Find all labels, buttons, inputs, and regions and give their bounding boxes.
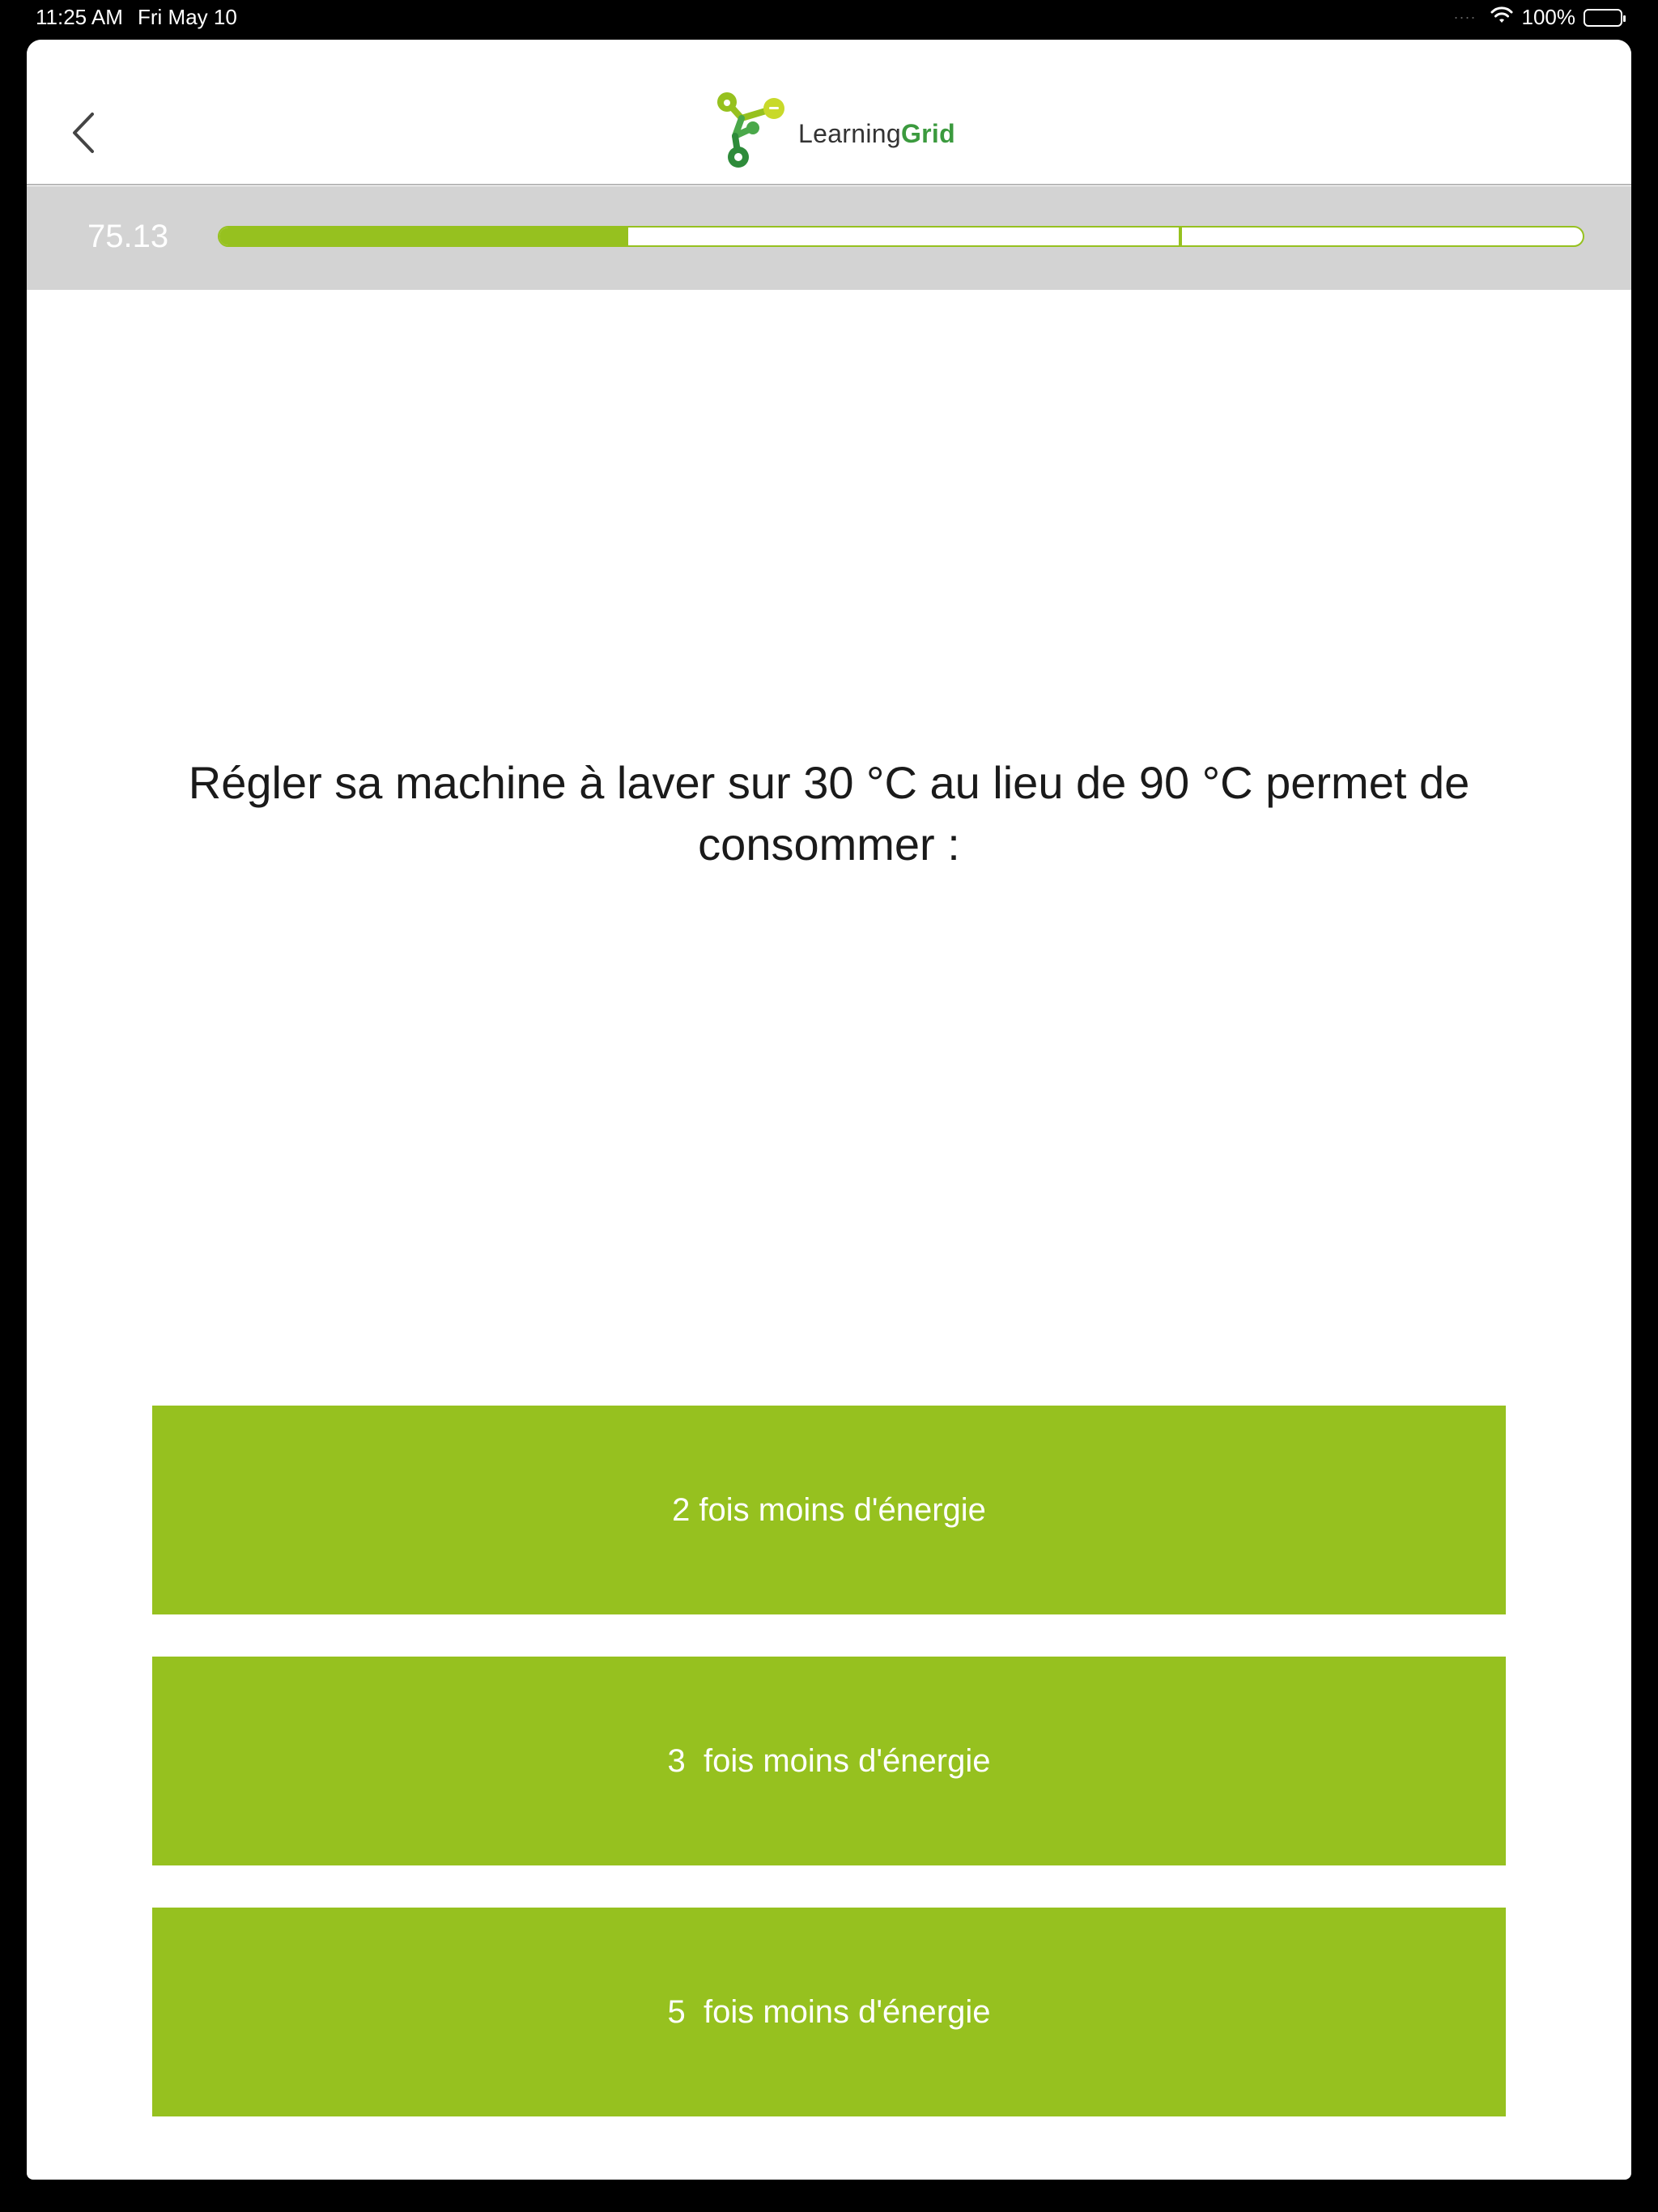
logo-word-learning: Learning bbox=[798, 118, 901, 148]
wifi-icon bbox=[1490, 5, 1514, 30]
logo-molecule-icon bbox=[717, 92, 784, 168]
logo-word-grid: Grid bbox=[900, 118, 955, 148]
status-bar: 11:25 AM Fri May 10 ···· 100% bbox=[0, 0, 1658, 36]
question-text: Régler sa machine à laver sur 30 °C au l… bbox=[188, 757, 1470, 870]
progress-bar-fill bbox=[219, 228, 629, 245]
signal-icon: ···· bbox=[1453, 9, 1477, 25]
answer-button-3[interactable]: 5 fois moins d'énergie bbox=[152, 1908, 1506, 2116]
status-date: Fri May 10 bbox=[138, 5, 237, 29]
battery-icon bbox=[1584, 8, 1626, 27]
progress-bar-divider bbox=[1179, 228, 1182, 245]
status-time: 11:25 AM bbox=[36, 5, 123, 29]
logo-text: LearningGrid bbox=[798, 119, 955, 149]
answer-button-2[interactable]: 3 fois moins d'énergie bbox=[152, 1657, 1506, 1865]
battery-percentage: 100% bbox=[1521, 5, 1576, 29]
back-button[interactable] bbox=[59, 104, 108, 161]
learninggrid-logo: LearningGrid bbox=[711, 91, 955, 168]
app-sheet: LearningGrid 75.13 Régler sa machine à l… bbox=[27, 40, 1631, 2180]
score-value: 75.13 bbox=[87, 219, 169, 254]
chevron-left-icon bbox=[73, 113, 94, 153]
status-indicators: ···· 100% bbox=[1453, 5, 1626, 30]
progress-bar bbox=[218, 226, 1584, 247]
answer-button-1[interactable]: 2 fois moins d'énergie bbox=[152, 1406, 1506, 1614]
app-header: LearningGrid bbox=[27, 40, 1631, 185]
progress-band: 75.13 bbox=[27, 186, 1631, 290]
